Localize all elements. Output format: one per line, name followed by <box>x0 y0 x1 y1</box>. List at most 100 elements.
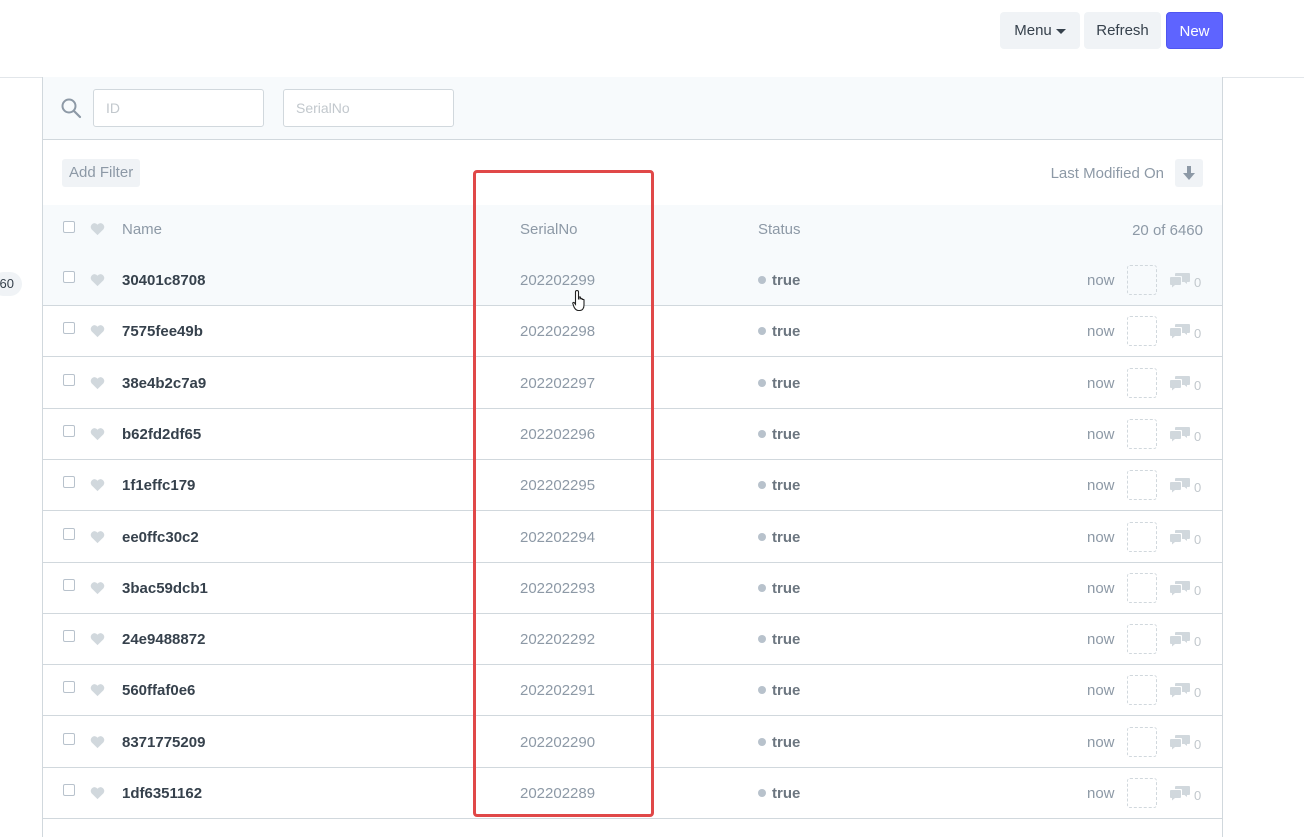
row-status-value: true <box>772 734 801 751</box>
row-checkbox[interactable] <box>63 271 75 283</box>
comment-icon[interactable] <box>1170 427 1190 442</box>
row-name-link[interactable]: b62fd2df65 <box>122 426 201 443</box>
heart-icon[interactable] <box>90 427 105 441</box>
list-row[interactable]: 560ffaf0e6 202202291 true now 0 <box>43 665 1222 716</box>
list-row[interactable]: 1df6351162 202202289 true now 0 <box>43 768 1222 819</box>
list-row[interactable]: 24e9488872 202202292 true now 0 <box>43 614 1222 665</box>
select-all-checkbox[interactable] <box>63 221 75 233</box>
row-checkbox[interactable] <box>63 374 75 386</box>
row-name-link[interactable]: 3bac59dcb1 <box>122 580 208 597</box>
add-filter-button[interactable]: Add Filter <box>62 159 141 187</box>
row-comment-count: 0 <box>1194 480 1202 495</box>
row-checkbox[interactable] <box>63 425 75 437</box>
heart-icon[interactable] <box>90 632 105 646</box>
row-serialno: 202202299 <box>520 272 596 289</box>
heart-icon[interactable] <box>90 376 105 390</box>
comment-icon[interactable] <box>1170 632 1190 647</box>
list-row[interactable]: 1f1effc179 202202295 true now 0 <box>43 460 1222 511</box>
list-row[interactable]: 7575fee49b 202202298 true now 0 <box>43 306 1222 357</box>
comment-icon[interactable] <box>1170 376 1190 391</box>
comment-icon[interactable] <box>1170 581 1190 596</box>
row-status: true <box>758 682 800 699</box>
row-checkbox[interactable] <box>63 528 75 540</box>
row-checkbox[interactable] <box>63 476 75 488</box>
row-status: true <box>758 785 800 802</box>
refresh-button[interactable]: Refresh <box>1084 12 1161 49</box>
heart-icon[interactable] <box>90 581 105 595</box>
list-row[interactable]: 38e4b2c7a9 202202297 true now 0 <box>43 358 1222 409</box>
new-button[interactable]: New <box>1166 12 1223 49</box>
status-dot-icon <box>758 430 766 439</box>
status-dot-icon <box>758 481 766 490</box>
row-serialno: 202202289 <box>520 785 596 802</box>
avatar <box>1127 573 1157 603</box>
row-comment-count: 0 <box>1194 532 1202 547</box>
row-status-value: true <box>772 323 801 340</box>
list-row[interactable]: b62fd2df65 202202296 true now 0 <box>43 409 1222 460</box>
row-checkbox[interactable] <box>63 784 75 796</box>
id-filter-input[interactable] <box>93 89 264 127</box>
row-status-value: true <box>772 682 801 699</box>
serialno-filter-input[interactable] <box>283 89 454 127</box>
row-checkbox[interactable] <box>63 681 75 693</box>
heart-icon[interactable] <box>90 478 105 492</box>
comment-icon[interactable] <box>1170 735 1190 750</box>
row-status: true <box>758 734 800 751</box>
menu-button-label: Menu <box>1014 22 1052 39</box>
row-checkbox[interactable] <box>63 733 75 745</box>
comment-icon[interactable] <box>1170 478 1190 493</box>
row-status-value: true <box>772 580 801 597</box>
comment-icon[interactable] <box>1170 273 1190 288</box>
row-name-link[interactable]: 7575fee49b <box>122 323 203 340</box>
heart-icon[interactable] <box>90 324 105 338</box>
row-modified-time: now <box>1087 785 1115 802</box>
row-checkbox[interactable] <box>63 579 75 591</box>
sort-order-button[interactable] <box>1175 159 1203 187</box>
status-dot-icon <box>758 379 766 388</box>
row-status: true <box>758 375 800 392</box>
heart-icon[interactable] <box>90 273 105 287</box>
row-name-link[interactable]: 560ffaf0e6 <box>122 682 195 699</box>
heart-icon[interactable] <box>90 735 105 749</box>
avatar <box>1127 368 1157 398</box>
sort-by-selector[interactable]: Last Modified On <box>1051 165 1164 182</box>
status-dot-icon <box>758 327 766 336</box>
row-name-link[interactable]: 30401c8708 <box>122 272 205 289</box>
row-comment-count: 0 <box>1194 583 1202 598</box>
status-dot-icon <box>758 533 766 542</box>
status-dot-icon <box>758 789 766 798</box>
row-name-link[interactable]: ee0ffc30c2 <box>122 529 199 546</box>
comment-icon[interactable] <box>1170 786 1190 801</box>
row-name-link[interactable]: 38e4b2c7a9 <box>122 375 206 392</box>
row-modified-time: now <box>1087 323 1115 340</box>
row-serialno: 202202294 <box>520 529 596 546</box>
list-row[interactable]: 8371775209 202202290 true now 0 <box>43 717 1222 768</box>
heart-icon[interactable] <box>90 683 105 697</box>
row-modified-time: now <box>1087 272 1115 289</box>
menu-button[interactable]: Menu <box>1000 12 1080 49</box>
row-name-link[interactable]: 8371775209 <box>122 734 205 751</box>
row-name-link[interactable]: 1df6351162 <box>122 785 202 802</box>
row-checkbox[interactable] <box>63 630 75 642</box>
list-row[interactable]: ee0ffc30c2 202202294 true now 0 <box>43 512 1222 563</box>
heart-icon[interactable] <box>90 222 105 236</box>
row-status: true <box>758 426 800 443</box>
comment-icon[interactable] <box>1170 324 1190 339</box>
row-status: true <box>758 631 800 648</box>
list-row[interactable]: 3bac59dcb1 202202293 true now 0 <box>43 563 1222 614</box>
comment-icon[interactable] <box>1170 683 1190 698</box>
row-name-link[interactable]: 1f1effc179 <box>122 477 195 494</box>
status-dot-icon <box>758 686 766 695</box>
heart-icon[interactable] <box>90 786 105 800</box>
comment-icon[interactable] <box>1170 530 1190 545</box>
row-checkbox[interactable] <box>63 322 75 334</box>
heart-icon[interactable] <box>90 530 105 544</box>
caret-down-icon <box>1055 28 1066 34</box>
list-row[interactable]: 30401c8708 202202299 true now 0 <box>43 255 1222 306</box>
avatar <box>1127 778 1157 808</box>
row-modified-time: now <box>1087 426 1115 443</box>
row-status: true <box>758 272 800 289</box>
row-serialno: 202202290 <box>520 734 596 751</box>
row-name-link[interactable]: 24e9488872 <box>122 631 205 648</box>
row-status-value: true <box>772 785 801 802</box>
